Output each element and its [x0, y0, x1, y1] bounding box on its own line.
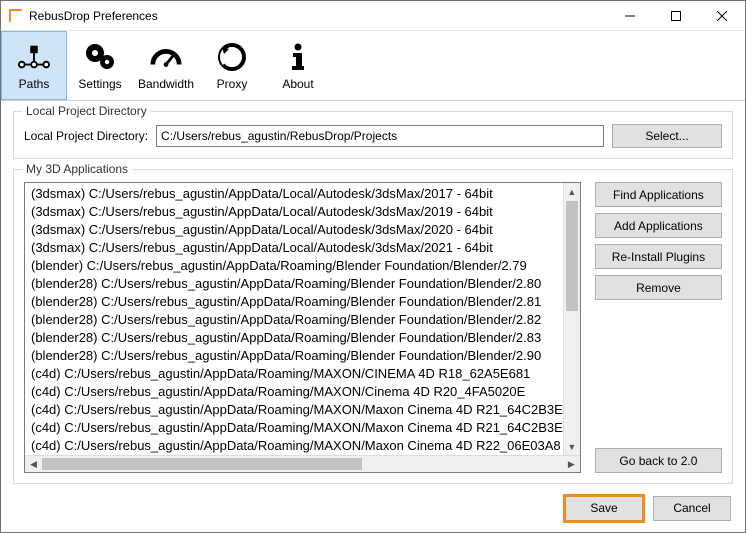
tab-label: Settings: [78, 77, 121, 91]
list-item[interactable]: (c4d) C:/Users/rebus_agustin/AppData/Roa…: [31, 437, 563, 455]
list-item[interactable]: (3dsmax) C:/Users/rebus_agustin/AppData/…: [31, 185, 563, 203]
preferences-window: RebusDrop Preferences Paths Settings Ban…: [0, 0, 746, 533]
tab-bandwidth[interactable]: Bandwidth: [133, 31, 199, 100]
list-item[interactable]: (3dsmax) C:/Users/rebus_agustin/AppData/…: [31, 203, 563, 221]
select-directory-button[interactable]: Select...: [612, 124, 722, 148]
scroll-left-icon[interactable]: ◀: [25, 459, 42, 470]
save-button[interactable]: Save: [565, 496, 643, 521]
tab-about[interactable]: About: [265, 31, 331, 100]
list-item[interactable]: (blender28) C:/Users/rebus_agustin/AppDa…: [31, 275, 563, 293]
tab-paths[interactable]: Paths: [1, 31, 67, 100]
window-controls: [607, 1, 745, 30]
list-item[interactable]: (c4d) C:/Users/rebus_agustin/AppData/Roa…: [31, 419, 563, 437]
maximize-button[interactable]: [653, 1, 699, 30]
list-item[interactable]: (blender28) C:/Users/rebus_agustin/AppDa…: [31, 293, 563, 311]
list-item[interactable]: (blender) C:/Users/rebus_agustin/AppData…: [31, 257, 563, 275]
list-item[interactable]: (blender28) C:/Users/rebus_agustin/AppDa…: [31, 329, 563, 347]
add-applications-button[interactable]: Add Applications: [595, 213, 722, 238]
window-title: RebusDrop Preferences: [29, 9, 607, 23]
list-item[interactable]: (c4d) C:/Users/rebus_agustin/AppData/Roa…: [31, 401, 563, 419]
app-icon: [9, 9, 23, 23]
scroll-thumb[interactable]: [566, 201, 578, 311]
settings-icon: [84, 41, 116, 73]
applications-actions: Find Applications Add Applications Re-In…: [595, 182, 722, 473]
scroll-down-icon[interactable]: ▼: [564, 438, 580, 455]
project-directory-group: Local Project Directory Local Project Di…: [13, 111, 733, 159]
tab-proxy[interactable]: Proxy: [199, 31, 265, 100]
project-directory-input[interactable]: [156, 125, 604, 147]
reinstall-plugins-button[interactable]: Re-Install Plugins: [595, 244, 722, 269]
scroll-right-icon[interactable]: ▶: [563, 459, 580, 470]
list-item[interactable]: (c4d) C:/Users/rebus_agustin/AppData/Roa…: [31, 383, 563, 401]
list-item[interactable]: (3dsmax) C:/Users/rebus_agustin/AppData/…: [31, 221, 563, 239]
tab-label: About: [282, 77, 313, 91]
go-back-button[interactable]: Go back to 2.0: [595, 448, 722, 473]
minimize-button[interactable]: [607, 1, 653, 30]
tab-label: Proxy: [217, 77, 248, 91]
group-legend: Local Project Directory: [22, 104, 151, 118]
paths-icon: [18, 41, 50, 73]
proxy-icon: [216, 41, 248, 73]
list-item[interactable]: (c4d) C:/Users/rebus_agustin/AppData/Roa…: [31, 365, 563, 383]
close-button[interactable]: [699, 1, 745, 30]
applications-list[interactable]: (3dsmax) C:/Users/rebus_agustin/AppData/…: [24, 182, 581, 473]
titlebar: RebusDrop Preferences: [1, 1, 745, 31]
find-applications-button[interactable]: Find Applications: [595, 182, 722, 207]
bandwidth-icon: [150, 41, 182, 73]
group-legend: My 3D Applications: [22, 162, 132, 176]
tabbar: Paths Settings Bandwidth Proxy About: [1, 31, 745, 101]
body: Local Project Directory Local Project Di…: [1, 101, 745, 484]
list-item[interactable]: (blender28) C:/Users/rebus_agustin/AppDa…: [31, 347, 563, 365]
scroll-up-icon[interactable]: ▲: [564, 183, 580, 200]
remove-button[interactable]: Remove: [595, 275, 722, 300]
scroll-thumb[interactable]: [42, 458, 362, 470]
tab-settings[interactable]: Settings: [67, 31, 133, 100]
cancel-button[interactable]: Cancel: [653, 496, 731, 521]
footer: Save Cancel: [1, 484, 745, 532]
list-item[interactable]: (3dsmax) C:/Users/rebus_agustin/AppData/…: [31, 239, 563, 257]
horizontal-scrollbar[interactable]: ◀ ▶: [25, 455, 580, 472]
vertical-scrollbar[interactable]: ▲ ▼: [563, 183, 580, 455]
project-directory-label: Local Project Directory:: [24, 129, 148, 143]
about-icon: [282, 41, 314, 73]
tab-label: Paths: [19, 77, 50, 91]
list-item[interactable]: (blender28) C:/Users/rebus_agustin/AppDa…: [31, 311, 563, 329]
tab-label: Bandwidth: [138, 77, 194, 91]
applications-group: My 3D Applications (3dsmax) C:/Users/reb…: [13, 169, 733, 484]
